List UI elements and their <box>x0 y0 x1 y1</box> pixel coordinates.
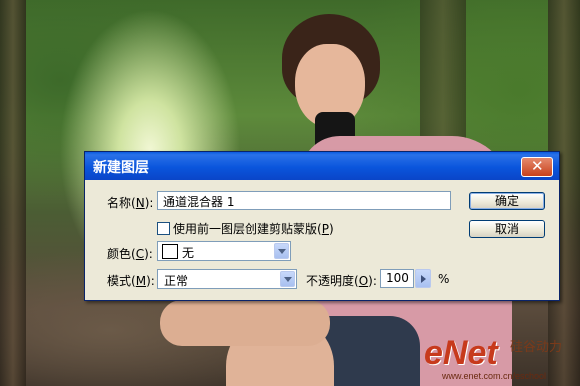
ok-button[interactable]: 确定 <box>469 192 545 210</box>
clipping-mask-label[interactable]: 使用前一图层创建剪贴蒙版(P) <box>173 220 334 237</box>
opacity-input[interactable]: 100 <box>380 269 414 288</box>
chevron-down-icon[interactable] <box>280 271 295 287</box>
color-select[interactable]: 无 <box>157 241 291 261</box>
close-button[interactable]: ✕ <box>521 157 553 177</box>
color-swatch <box>162 244 178 259</box>
opacity-slider-toggle[interactable] <box>415 269 431 288</box>
watermark-logo: eNet <box>424 334 498 372</box>
name-label: 名称(N): <box>107 196 154 210</box>
watermark-chinese: 硅谷动力 <box>510 340 563 355</box>
new-layer-dialog: 新建图层 ✕ 名称(N): 通道混合器 1 使用前一图层创建剪贴蒙版(P) 颜色… <box>84 151 560 301</box>
name-input[interactable]: 通道混合器 1 <box>157 191 451 210</box>
opacity-label: 不透明度(O): <box>306 274 377 288</box>
mode-select[interactable]: 正常 <box>157 269 297 289</box>
color-label: 颜色(C): <box>107 247 153 261</box>
close-icon: ✕ <box>531 157 544 175</box>
watermark-url: www.enet.com.cn/eschool <box>442 371 547 381</box>
mode-label: 模式(M): <box>107 274 155 288</box>
dialog-title: 新建图层 <box>93 160 149 176</box>
cancel-button[interactable]: 取消 <box>469 220 545 238</box>
chevron-down-icon[interactable] <box>274 243 289 259</box>
dialog-titlebar[interactable]: 新建图层 ✕ <box>85 152 559 180</box>
clipping-mask-checkbox[interactable] <box>157 222 170 235</box>
percent-sign: % <box>438 272 450 286</box>
